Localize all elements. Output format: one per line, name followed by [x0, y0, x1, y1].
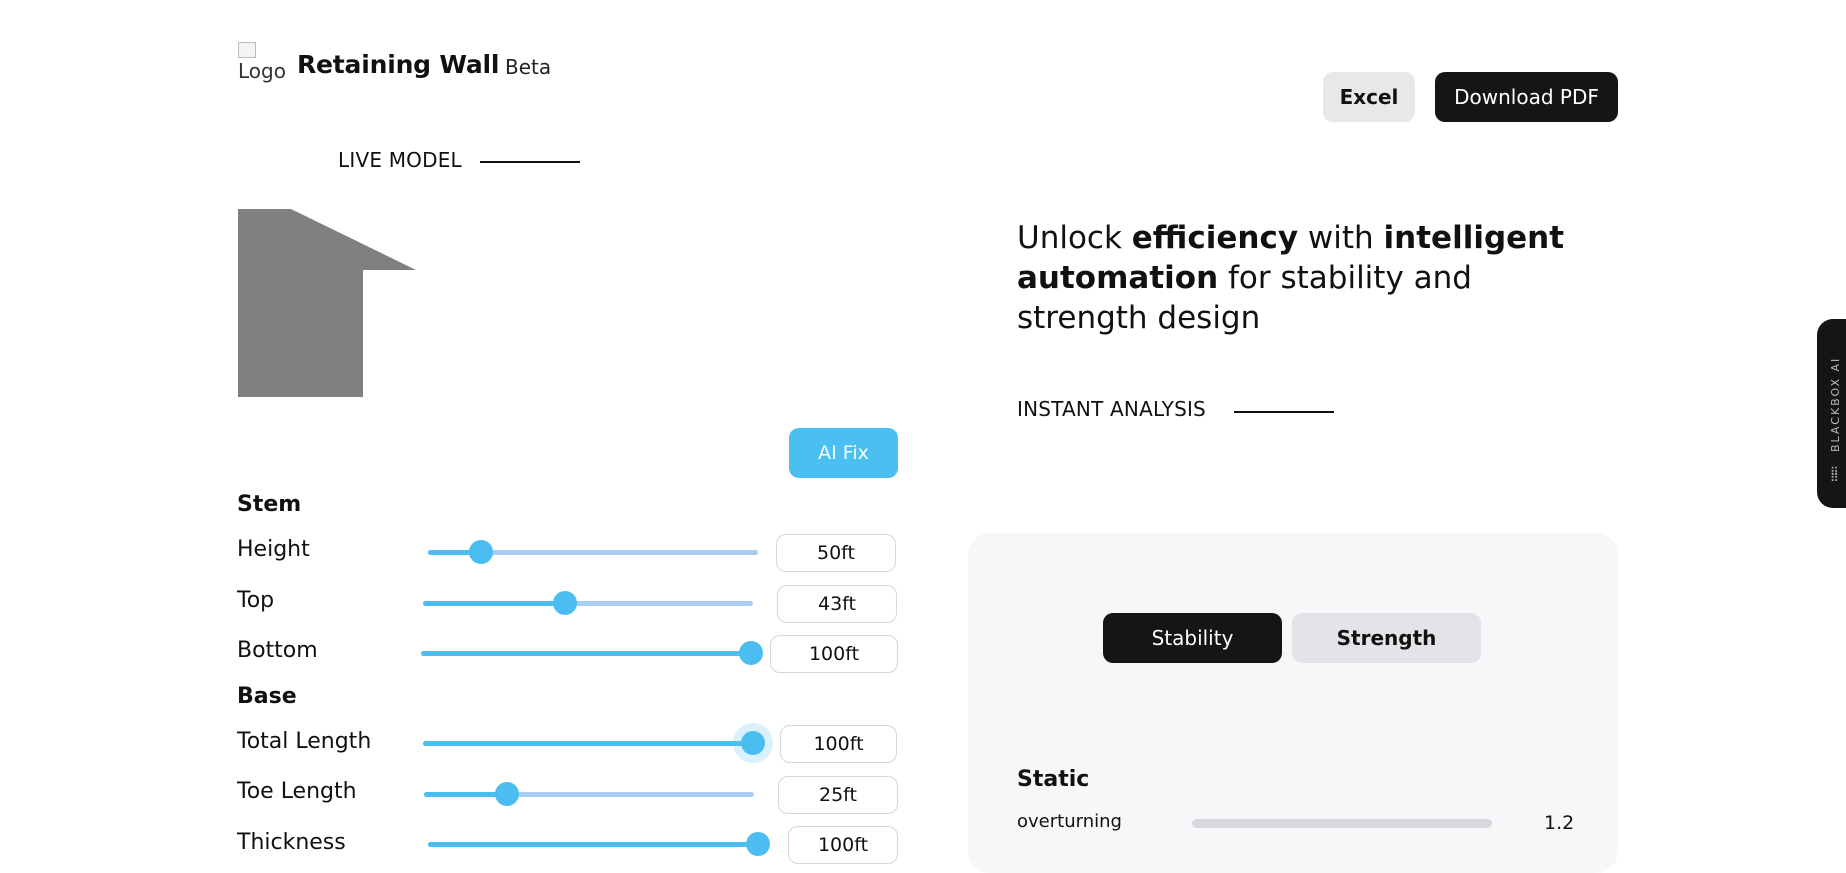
instant-analysis-divider: [1234, 411, 1334, 413]
top-slider[interactable]: [423, 591, 753, 615]
blackbox-ai-tab[interactable]: BLACKBOX AI ⠿ ⠿: [1817, 319, 1846, 508]
hero-headline: Unlock efficiency with intelligent autom…: [1017, 218, 1577, 338]
live-model-divider: [480, 161, 580, 163]
bottom-label: Bottom: [237, 638, 318, 663]
toe-length-value-input[interactable]: [778, 776, 898, 814]
static-heading: Static: [1017, 767, 1090, 792]
total-length-slider[interactable]: [423, 731, 765, 755]
top-slider-fill: [423, 601, 565, 606]
overturning-label: overturning: [1017, 811, 1122, 832]
toe-length-label: Toe Length: [237, 779, 357, 804]
instant-analysis-label: INSTANT ANALYSIS: [1017, 397, 1206, 421]
bottom-slider[interactable]: [421, 641, 763, 665]
thickness-value-input[interactable]: [788, 826, 898, 864]
top-value-input[interactable]: [777, 585, 897, 623]
excel-button[interactable]: Excel: [1323, 72, 1415, 122]
thickness-label: Thickness: [237, 830, 346, 855]
tab-strength[interactable]: Strength: [1292, 613, 1481, 663]
blackbox-ai-label: BLACKBOX AI: [1829, 356, 1842, 452]
thickness-slider-fill: [428, 842, 758, 847]
height-slider-thumb[interactable]: [468, 540, 493, 564]
live-model-label: LIVE MODEL: [338, 148, 462, 172]
bottom-value-input[interactable]: [770, 635, 898, 673]
height-value-input[interactable]: [776, 534, 896, 572]
height-slider[interactable]: [428, 540, 758, 564]
toe-length-slider-thumb[interactable]: [494, 782, 519, 806]
toe-length-slider[interactable]: [424, 782, 754, 806]
tab-stability[interactable]: Stability: [1103, 613, 1282, 663]
bottom-slider-thumb[interactable]: [739, 641, 763, 665]
broken-image-icon: [238, 42, 256, 58]
total-length-slider-fill: [423, 741, 753, 746]
height-label: Height: [237, 537, 310, 562]
overturning-value: 1.2: [1544, 812, 1575, 834]
hero-text-1: Unlock: [1017, 220, 1132, 256]
top-label: Top: [237, 588, 275, 613]
total-length-label: Total Length: [237, 729, 372, 754]
thickness-slider-thumb[interactable]: [746, 832, 770, 856]
app-title: Retaining Wall: [297, 50, 500, 79]
overturning-bar: [1192, 819, 1492, 828]
logo-alt-text: Logo: [238, 59, 286, 83]
dots-icon: ⠿ ⠿: [1830, 465, 1839, 485]
bottom-slider-fill: [421, 651, 751, 656]
hero-bold-1: efficiency: [1131, 220, 1299, 256]
wall-shape: [238, 209, 416, 397]
retaining-wall-model: [238, 209, 416, 397]
logo: Logo: [238, 42, 286, 90]
stem-heading: Stem: [237, 492, 302, 517]
overturning-bar-fill: [1192, 819, 1492, 828]
total-length-value-input[interactable]: [780, 725, 897, 763]
total-length-slider-thumb[interactable]: [741, 731, 765, 755]
beta-badge: Beta: [505, 55, 552, 79]
top-slider-thumb[interactable]: [552, 591, 577, 615]
ai-fix-button[interactable]: AI Fix: [789, 428, 898, 478]
base-heading: Base: [237, 684, 297, 709]
hero-text-2: with: [1298, 220, 1384, 256]
thickness-slider[interactable]: [428, 832, 770, 856]
download-pdf-button[interactable]: Download PDF: [1435, 72, 1618, 122]
